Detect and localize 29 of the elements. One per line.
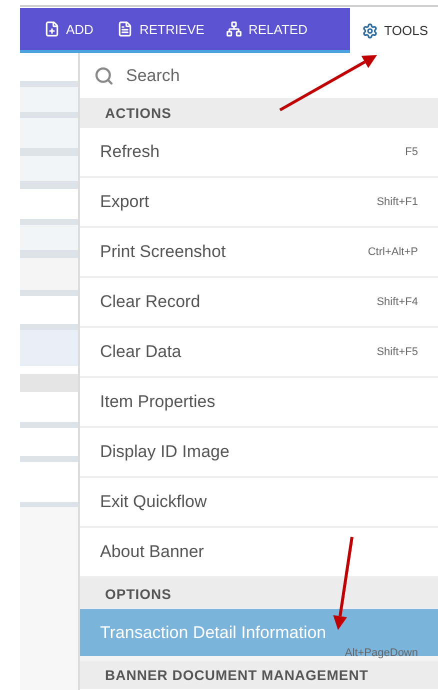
shortcut-label: F5 bbox=[405, 146, 418, 158]
menu-item-label: Refresh bbox=[100, 142, 160, 162]
menu-item-label: Export bbox=[100, 192, 150, 212]
shortcut-label: Alt+PageDown bbox=[344, 647, 418, 659]
file-plus-icon bbox=[44, 21, 60, 37]
section-header: OPTIONS bbox=[80, 578, 438, 609]
toolbar-tab[interactable]: ADD bbox=[20, 8, 106, 50]
toolbar-tab[interactable]: TOOLS bbox=[350, 8, 438, 53]
document-icon bbox=[117, 21, 134, 37]
menu-item-label: Item Properties bbox=[100, 392, 216, 412]
section-header: ACTIONS bbox=[80, 98, 438, 128]
search-icon bbox=[94, 66, 114, 86]
menu-item-label: About Banner bbox=[100, 542, 204, 562]
menu-item-label: Print Screenshot bbox=[100, 242, 226, 262]
menu-item-label: Transaction Detail Information bbox=[100, 622, 326, 642]
shortcut-label: Shift+F1 bbox=[376, 196, 418, 208]
shortcut-label: Ctrl+Alt+P bbox=[368, 246, 418, 258]
shortcut-label: Shift+F5 bbox=[376, 346, 418, 358]
section-header: BANNER DOCUMENT MANAGEMENT bbox=[80, 661, 438, 689]
hierarchy-icon bbox=[226, 21, 242, 37]
gear-icon bbox=[362, 22, 378, 38]
menu-item-label: Clear Data bbox=[100, 342, 182, 362]
shortcut-label: Shift+F4 bbox=[376, 296, 418, 308]
menu-item-label: Clear Record bbox=[100, 292, 200, 312]
toolbar-tab[interactable]: RETRIEVE bbox=[105, 8, 214, 50]
menu-item-label: Exit Quickflow bbox=[100, 492, 207, 512]
search-field[interactable]: Search bbox=[124, 64, 328, 86]
toolbar-tab[interactable]: RELATED bbox=[214, 8, 318, 50]
menu-item-label: Display ID Image bbox=[100, 442, 230, 462]
